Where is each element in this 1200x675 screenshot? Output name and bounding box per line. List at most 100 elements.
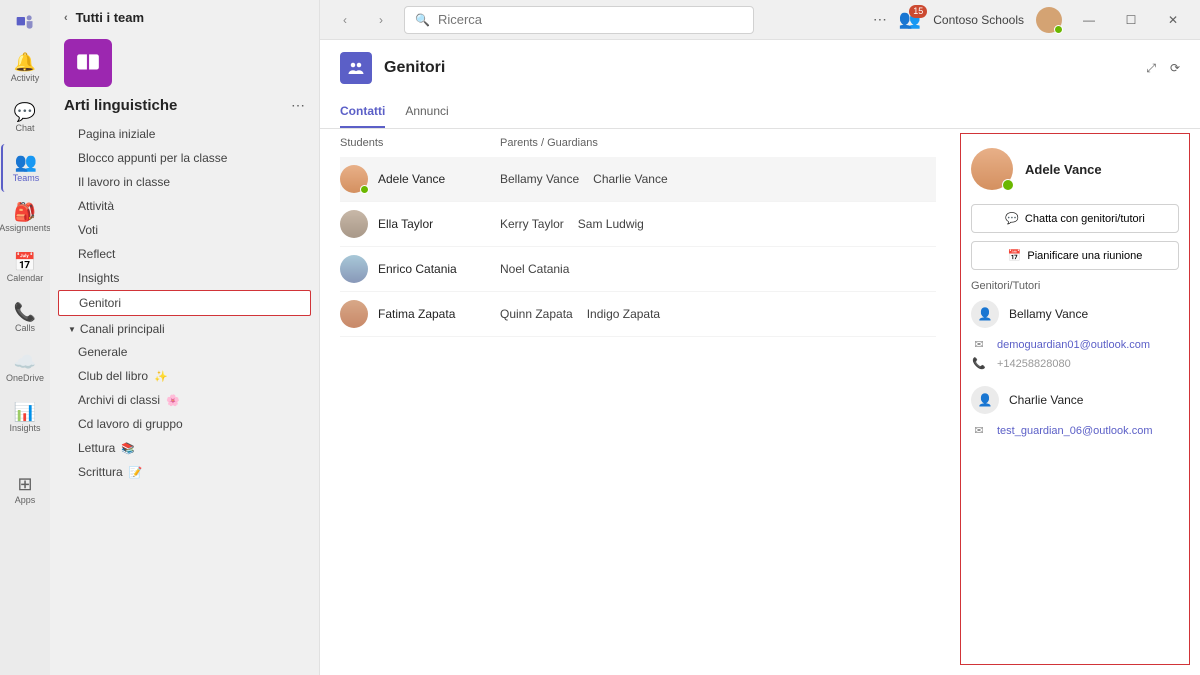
chat-guardians-button[interactable]: 💬Chatta con genitori/tutori — [971, 204, 1179, 233]
guardian-block: 👤 Charlie Vance ✉test_guardian_06@outloo… — [971, 386, 1179, 437]
nav-reflect[interactable]: Reflect — [58, 242, 311, 266]
table-row[interactable]: Fatima Zapata Quinn ZapataIndigo Zapata — [340, 292, 936, 337]
guardian-email-row[interactable]: ✉test_guardian_06@outlook.com — [971, 424, 1179, 437]
student-avatar — [340, 255, 368, 283]
tab-announcements[interactable]: Annunci — [405, 96, 448, 128]
mail-icon: ✉ — [971, 424, 987, 437]
guardian-email-row[interactable]: ✉demoguardian01@outlook.com — [971, 338, 1179, 351]
history-back[interactable]: ‹ — [332, 7, 358, 33]
table-row[interactable]: Enrico Catania Noel Catania — [340, 247, 936, 292]
team-tile[interactable] — [64, 39, 112, 87]
nav-insights[interactable]: Insights — [58, 266, 311, 290]
channel-general[interactable]: Generale — [58, 340, 311, 364]
channel-archives[interactable]: Archivi di classi🌸 — [58, 388, 311, 412]
guardian-name: Bellamy Vance — [1009, 307, 1088, 321]
student-avatar — [340, 165, 368, 193]
window-minimize[interactable]: — — [1074, 5, 1104, 35]
rail-assignments[interactable]: 🎒Assignments — [1, 194, 49, 242]
backpack-icon: 🎒 — [14, 203, 36, 221]
history-forward[interactable]: › — [368, 7, 394, 33]
table-row[interactable]: Adele Vance Bellamy Vance Charlie Vance — [340, 157, 936, 202]
nav-classwork[interactable]: Il lavoro in classe — [58, 170, 311, 194]
cloud-icon: ☁️ — [14, 353, 36, 371]
notifications[interactable]: 👥 15 — [899, 9, 921, 30]
team-more-icon[interactable]: ⋯ — [291, 97, 305, 114]
rail-calendar[interactable]: 📅Calendar — [1, 244, 49, 292]
insights-icon: 📊 — [14, 403, 36, 421]
guardian-phone-row[interactable]: 📞+14258828080 — [971, 357, 1179, 370]
detail-student-name: Adele Vance — [1025, 162, 1102, 177]
nav-back-label: Tutti i team — [76, 10, 144, 25]
guardian-chip: Kerry Taylor — [500, 217, 564, 231]
org-name: Contoso Schools — [933, 13, 1024, 27]
guardian-chip: Quinn Zapata — [500, 307, 573, 321]
guardian-block: 👤 Bellamy Vance ✉demoguardian01@outlook.… — [971, 300, 1179, 370]
rail-onedrive[interactable]: ☁️OneDrive — [1, 344, 49, 392]
phone-icon: 📞 — [14, 303, 36, 321]
user-avatar[interactable] — [1036, 7, 1062, 33]
chevron-right-icon: › — [379, 13, 383, 27]
rail-teams[interactable]: 👥Teams — [1, 144, 49, 192]
schedule-meeting-button[interactable]: 📅Pianificare una riunione — [971, 241, 1179, 270]
search-icon: 🔍 — [415, 13, 430, 27]
flower-icon: 🌸 — [166, 394, 180, 407]
team-name: Arti linguistiche — [64, 97, 177, 114]
books-icon: 📚 — [121, 442, 135, 455]
people-icon: 👥 — [15, 153, 37, 171]
bell-icon: 🔔 — [14, 53, 36, 71]
phone-icon: 📞 — [971, 357, 987, 370]
refresh-icon[interactable]: ⟳ — [1170, 61, 1180, 76]
guardians-section-label: Genitori/Tutori — [971, 280, 1179, 292]
nav-notebook[interactable]: Blocco appunti per la classe — [58, 146, 311, 170]
rail-insights[interactable]: 📊Insights — [1, 394, 49, 442]
student-avatar — [340, 210, 368, 238]
search-box[interactable]: 🔍 — [404, 6, 754, 34]
titlebar: ‹ › 🔍 ⋯ 👥 15 Contoso Schools — ☐ ✕ — [320, 0, 1200, 40]
page-header: Genitori ⤢ ⟳ — [320, 40, 1200, 96]
page-title: Genitori — [384, 59, 445, 77]
channel-bookclub[interactable]: Club del libro✨ — [58, 364, 311, 388]
nav-home[interactable]: Pagina iniziale — [58, 122, 311, 146]
window-maximize[interactable]: ☐ — [1116, 5, 1146, 35]
guardian-chip: Noel Catania — [500, 262, 569, 276]
guardian-chip: Charlie Vance — [593, 172, 667, 186]
mail-icon: ✉ — [971, 338, 987, 351]
guardian-name: Charlie Vance — [1009, 393, 1083, 407]
nav-grades[interactable]: Voti — [58, 218, 311, 242]
window-close[interactable]: ✕ — [1158, 5, 1188, 35]
rail-chat[interactable]: 💬Chat — [1, 94, 49, 142]
rail-apps[interactable]: ⊞Apps — [1, 466, 49, 514]
student-name: Ella Taylor — [378, 217, 433, 231]
teams-logo-icon — [11, 8, 39, 36]
chevron-left-icon: ‹ — [343, 13, 347, 27]
person-icon: 👤 — [971, 386, 999, 414]
expand-icon[interactable]: ⤢ — [1146, 61, 1156, 76]
nav-activity[interactable]: Attività — [58, 194, 311, 218]
search-input[interactable] — [438, 12, 743, 27]
nav-parents[interactable]: Genitori — [58, 290, 311, 316]
apps-icon: ⊞ — [17, 475, 32, 493]
detail-avatar — [971, 148, 1013, 190]
student-detail-panel: Adele Vance 💬Chatta con genitori/tutori … — [960, 133, 1190, 665]
presence-available-icon — [1002, 179, 1014, 191]
chat-icon: 💬 — [14, 103, 36, 121]
table-row[interactable]: Ella Taylor Kerry TaylorSam Ludwig — [340, 202, 936, 247]
calendar-add-icon: 📅 — [1008, 249, 1022, 262]
caret-down-icon: ▼ — [68, 325, 76, 334]
col-students: Students — [340, 137, 500, 149]
channel-reading[interactable]: Lettura📚 — [58, 436, 311, 460]
nav-back[interactable]: ‹ Tutti i team — [50, 0, 319, 35]
chat-icon: 💬 — [1005, 212, 1019, 225]
rail-activity[interactable]: 🔔Activity — [1, 44, 49, 92]
channel-writing[interactable]: Scrittura📝 — [58, 460, 311, 484]
student-avatar — [340, 300, 368, 328]
titlebar-more[interactable]: ⋯ — [873, 11, 887, 28]
nav-channels-section[interactable]: ▼Canali principali — [58, 316, 311, 340]
guardian-chip: Bellamy Vance — [500, 172, 579, 186]
memo-icon: 📝 — [129, 466, 143, 479]
student-name: Adele Vance — [378, 172, 445, 186]
channel-groupwork[interactable]: Cd lavoro di gruppo — [58, 412, 311, 436]
tab-contacts[interactable]: Contatti — [340, 96, 385, 128]
parents-app-icon — [340, 52, 372, 84]
rail-calls[interactable]: 📞Calls — [1, 294, 49, 342]
